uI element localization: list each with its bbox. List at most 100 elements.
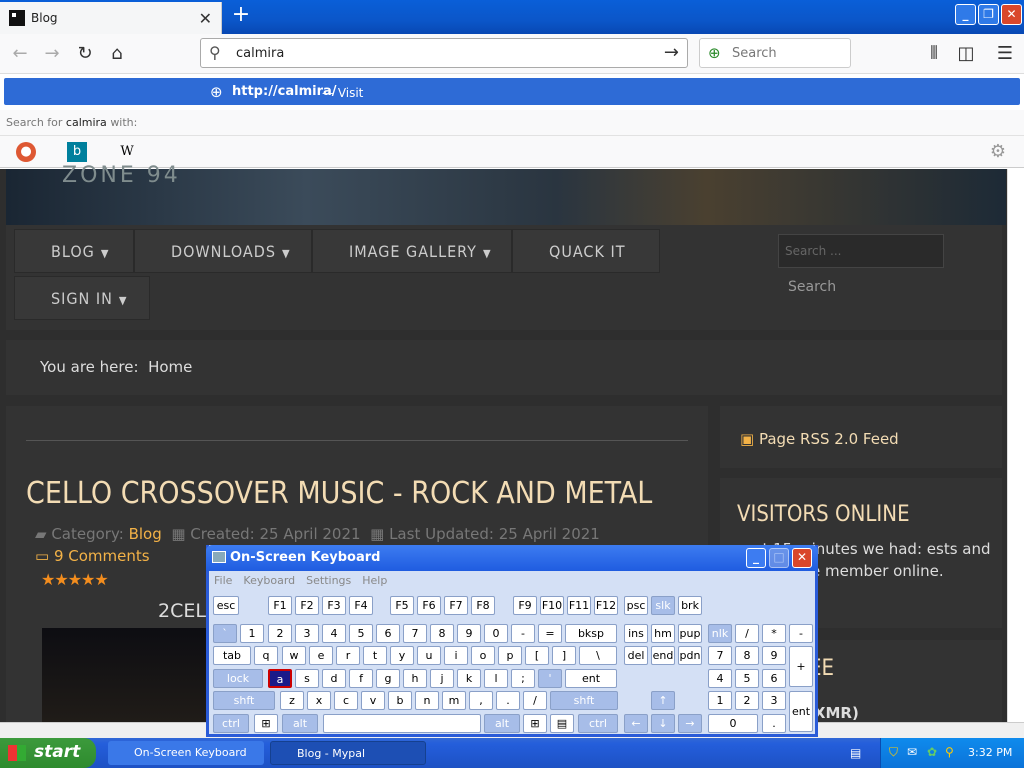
osk-key[interactable]: e	[309, 646, 333, 665]
security-icon[interactable]: ⛉	[889, 745, 898, 760]
osk-key[interactable]: z	[280, 691, 304, 710]
vertical-scrollbar[interactable]	[1007, 169, 1024, 722]
osk-key[interactable]: 0	[708, 714, 758, 733]
menu-quack-it[interactable]: QUACK IT	[512, 229, 660, 273]
osk-key[interactable]: u	[417, 646, 441, 665]
rating-stars[interactable]: ★★★★★	[41, 570, 109, 589]
osk-key[interactable]: ⊞	[254, 714, 278, 733]
osk-key[interactable]: F8	[471, 596, 495, 615]
osk-key[interactable]: alt	[282, 714, 318, 733]
osk-key[interactable]: nlk	[708, 624, 732, 643]
menu-sign-in[interactable]: SIGN IN ▼	[14, 276, 150, 320]
osk-key[interactable]: i	[444, 646, 468, 665]
settings-gear-icon[interactable]: ⚙	[988, 142, 1008, 162]
osk-menu-settings[interactable]: Settings	[306, 574, 351, 587]
osk-key[interactable]: ]	[552, 646, 576, 665]
osk-key[interactable]: 9	[762, 646, 786, 665]
osk-key[interactable]: 5	[735, 669, 759, 688]
osk-key[interactable]: =	[538, 624, 562, 643]
osk-minimize-button[interactable]: _	[746, 548, 766, 568]
osk-key[interactable]: →	[678, 714, 702, 733]
home-icon[interactable]: ⌂	[105, 42, 129, 66]
osk-key[interactable]: F12	[594, 596, 618, 615]
osk-key[interactable]: F2	[295, 596, 319, 615]
search-tray-icon[interactable]: ⚲	[945, 745, 954, 759]
osk-key[interactable]: n	[415, 691, 439, 710]
osk-key[interactable]: 9	[457, 624, 481, 643]
osk-key[interactable]: `	[213, 624, 237, 643]
menu-blog[interactable]: BLOG ▼	[14, 229, 134, 273]
close-button[interactable]: ✕	[1001, 4, 1022, 25]
osk-key[interactable]: l	[484, 669, 508, 688]
address-bar[interactable]: ⚲ calmira →	[200, 38, 688, 68]
osk-key[interactable]: w	[282, 646, 306, 665]
osk-key[interactable]: \	[579, 646, 617, 665]
menu-icon[interactable]: ☰	[993, 42, 1017, 66]
osk-key[interactable]: ent	[789, 691, 813, 732]
osk-key[interactable]: 2	[268, 624, 292, 643]
osk-key[interactable]: 7	[708, 646, 732, 665]
go-arrow-icon[interactable]: →	[664, 42, 679, 63]
maximize-button[interactable]: ❐	[978, 4, 999, 25]
osk-key[interactable]: .	[762, 714, 786, 733]
osk-key[interactable]: 3	[762, 691, 786, 710]
comments-link[interactable]: ▭ 9 Comments	[35, 547, 150, 565]
osk-key[interactable]: 8	[735, 646, 759, 665]
osk-key[interactable]: F9	[513, 596, 537, 615]
osk-key[interactable]: esc	[213, 596, 239, 615]
osk-key[interactable]: 2	[735, 691, 759, 710]
osk-key[interactable]: F10	[540, 596, 564, 615]
osk-key[interactable]: /	[735, 624, 759, 643]
osk-close-button[interactable]: ✕	[792, 548, 812, 568]
rss-link[interactable]: ▣ Page RSS 2.0 Feed	[740, 430, 899, 448]
osk-key[interactable]: h	[403, 669, 427, 688]
osk-key[interactable]: pup	[678, 624, 702, 643]
minimize-button[interactable]: _	[955, 4, 976, 25]
osk-key[interactable]: lock	[213, 669, 263, 688]
osk-key[interactable]: ;	[511, 669, 535, 688]
osk-key[interactable]: F11	[567, 596, 591, 615]
osk-key[interactable]: x	[307, 691, 331, 710]
osk-key[interactable]: 0	[484, 624, 508, 643]
osk-key[interactable]: 1	[708, 691, 732, 710]
osk-key[interactable]: b	[388, 691, 412, 710]
osk-key[interactable]: F3	[322, 596, 346, 615]
article-title[interactable]: CELLO CROSSOVER MUSIC - ROCK AND METAL	[26, 476, 652, 511]
osk-key[interactable]: ⊞	[523, 714, 547, 733]
bing-icon[interactable]: b	[67, 142, 87, 162]
osk-key[interactable]: ,	[469, 691, 493, 710]
osk-menu-keyboard[interactable]: Keyboard	[243, 574, 295, 587]
osk-key[interactable]: o	[471, 646, 495, 665]
osk-key[interactable]: bksp	[565, 624, 617, 643]
osk-key[interactable]: 6	[376, 624, 400, 643]
new-tab-button[interactable]: +	[229, 4, 253, 28]
keyboard-tray-icon[interactable]: ▤	[850, 746, 861, 760]
osk-key[interactable]: 6	[762, 669, 786, 688]
osk-key[interactable]: p	[498, 646, 522, 665]
osk-key[interactable]: 4	[708, 669, 732, 688]
osk-key[interactable]: d	[322, 669, 346, 688]
osk-key[interactable]: *	[762, 624, 786, 643]
osk-key[interactable]: j	[430, 669, 454, 688]
network-icon[interactable]: ✉	[907, 745, 917, 759]
category-link[interactable]: Blog	[129, 525, 162, 543]
osk-key[interactable]: hm	[651, 624, 675, 643]
back-icon[interactable]: ←	[8, 42, 32, 66]
osk-key[interactable]: -	[511, 624, 535, 643]
forward-icon[interactable]: →	[40, 42, 64, 66]
osk-key[interactable]: v	[361, 691, 385, 710]
osk-key[interactable]: 3	[295, 624, 319, 643]
osk-key[interactable]: c	[334, 691, 358, 710]
osk-key[interactable]: 5	[349, 624, 373, 643]
osk-key[interactable]: F6	[417, 596, 441, 615]
osk-key[interactable]: '	[538, 669, 562, 688]
osk-key[interactable]: k	[457, 669, 481, 688]
osk-menu-file[interactable]: File	[214, 574, 232, 587]
browser-tab[interactable]: Blog ✕	[0, 2, 222, 34]
osk-key[interactable]: .	[496, 691, 520, 710]
taskbar-item-browser[interactable]: Blog - Mypal	[270, 741, 426, 765]
osk-key[interactable]: q	[254, 646, 278, 665]
osk-key[interactable]: psc	[624, 596, 648, 615]
address-text[interactable]: calmira	[236, 46, 284, 61]
osk-key[interactable]: 4	[322, 624, 346, 643]
